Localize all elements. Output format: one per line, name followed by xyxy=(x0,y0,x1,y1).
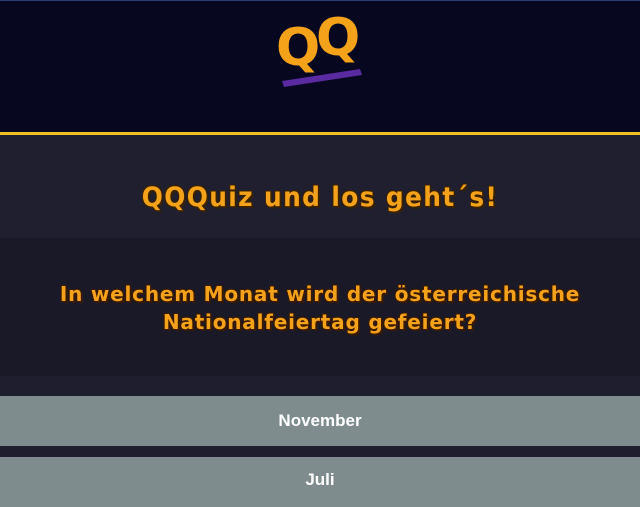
qq-logo: Q Q xyxy=(276,9,362,87)
quiz-title: QQQuiz und los geht´s! xyxy=(141,182,499,213)
question-text: In welchem Monat wird der österreichisch… xyxy=(59,282,581,334)
logo-letter-2: Q xyxy=(316,9,360,68)
logo-letter-1: Q xyxy=(276,18,320,78)
answer-button-juli[interactable]: Juli xyxy=(0,457,640,507)
app-header: Q Q xyxy=(0,0,640,132)
answer-button-november[interactable]: November xyxy=(0,396,640,446)
